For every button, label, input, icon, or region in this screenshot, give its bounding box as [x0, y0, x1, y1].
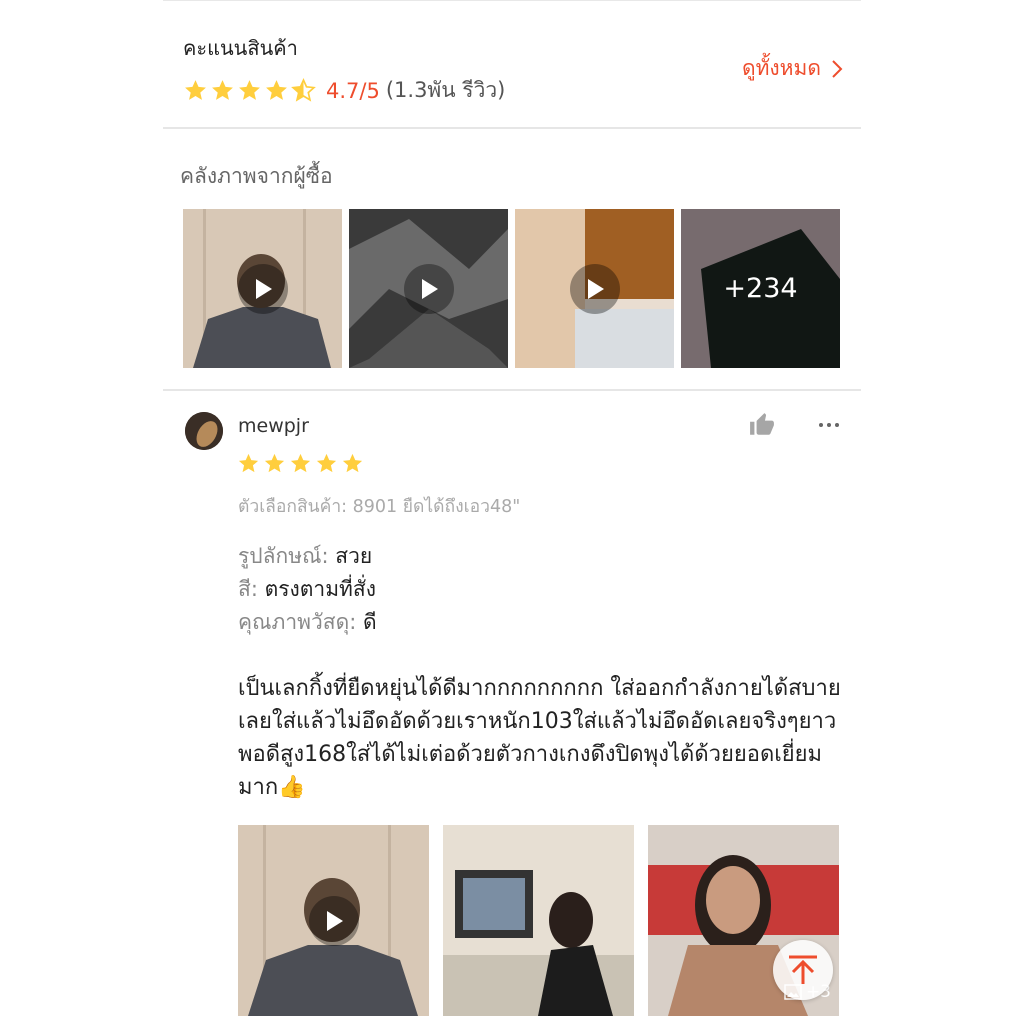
avatar[interactable]: [185, 412, 223, 450]
star-icon: [212, 80, 233, 100]
product-review-panel: คะแนนสินค้า 4.7/5 (1.3พัน รีวิว) ดูทั้งห…: [163, 0, 861, 1024]
photo-preview-image: [443, 825, 634, 1016]
attribute-key: รูปลักษณ์:: [238, 544, 329, 568]
gallery-more-thumbnail[interactable]: +234: [681, 209, 840, 368]
product-variation: ตัวเลือกสินค้า: 8901 ยืดได้ถึงเอว48": [238, 497, 521, 517]
review-stars: [237, 452, 367, 475]
avatar-image: [185, 412, 223, 450]
star-icon: [316, 453, 337, 473]
attribute-appearance: รูปลักษณ์: สวย: [238, 540, 372, 573]
attribute-key: สี:: [238, 577, 258, 601]
see-all-link[interactable]: ดูทั้งหมด: [742, 52, 843, 85]
star-icon: [185, 80, 206, 100]
reviewer-username: mewpjr: [238, 415, 309, 437]
attribute-value: ตรงตามที่สั่ง: [264, 577, 376, 601]
section-divider: [163, 389, 861, 391]
review-text: เป็นเลกกิ้งที่ยืดหยุ่นได้ดีมากกกกกกกกก ใ…: [238, 676, 841, 800]
gallery-title: คลังภาพจากผู้ซื้อ: [180, 164, 333, 188]
review-media: +3: [238, 825, 839, 1016]
attribute-material: คุณภาพวัสดุ: ดี: [238, 606, 377, 639]
review-video-thumbnail[interactable]: [238, 825, 429, 1016]
back-to-top-button[interactable]: [773, 940, 833, 1000]
play-icon: [403, 263, 454, 314]
top-divider: [163, 0, 861, 1]
gallery-video-thumbnail[interactable]: [515, 209, 674, 368]
chevron-right-icon: [832, 59, 843, 78]
thumbs-up-icon: [750, 413, 774, 435]
star-icon: [264, 453, 285, 473]
gallery-video-thumbnail[interactable]: [183, 209, 342, 368]
more-photos-count: +234: [681, 209, 840, 368]
star-icon: [239, 80, 260, 100]
see-all-label: ดูทั้งหมด: [741, 56, 821, 80]
rating-count: (1.3พัน รีวิว): [385, 78, 506, 102]
rating-title: คะแนนสินค้า: [183, 36, 298, 60]
play-icon: [237, 263, 288, 314]
buyer-gallery: +234: [183, 209, 840, 368]
rating-score: 4.7/5: [326, 78, 380, 103]
gallery-video-thumbnail[interactable]: [349, 209, 508, 368]
half-star-icon: [291, 78, 316, 102]
arrow-up-icon: [789, 955, 817, 984]
review-photo-thumbnail[interactable]: [443, 825, 634, 1016]
like-button[interactable]: [749, 412, 775, 442]
attribute-value: สวย: [335, 544, 373, 568]
more-options-button[interactable]: [817, 412, 841, 442]
attribute-value: ดี: [363, 610, 377, 634]
ellipsis-icon: [819, 423, 839, 427]
star-icon: [342, 453, 363, 473]
star-icon: [290, 453, 311, 473]
star-icon: [266, 80, 287, 100]
rating-summary: 4.7/5 (1.3พัน รีวิว): [183, 74, 505, 107]
attribute-color: สี: ตรงตามที่สั่ง: [238, 573, 376, 606]
attribute-key: คุณภาพวัสดุ:: [238, 610, 357, 634]
play-icon: [569, 263, 620, 314]
play-icon: [308, 895, 359, 946]
section-divider: [163, 127, 861, 129]
star-icon: [238, 453, 259, 473]
